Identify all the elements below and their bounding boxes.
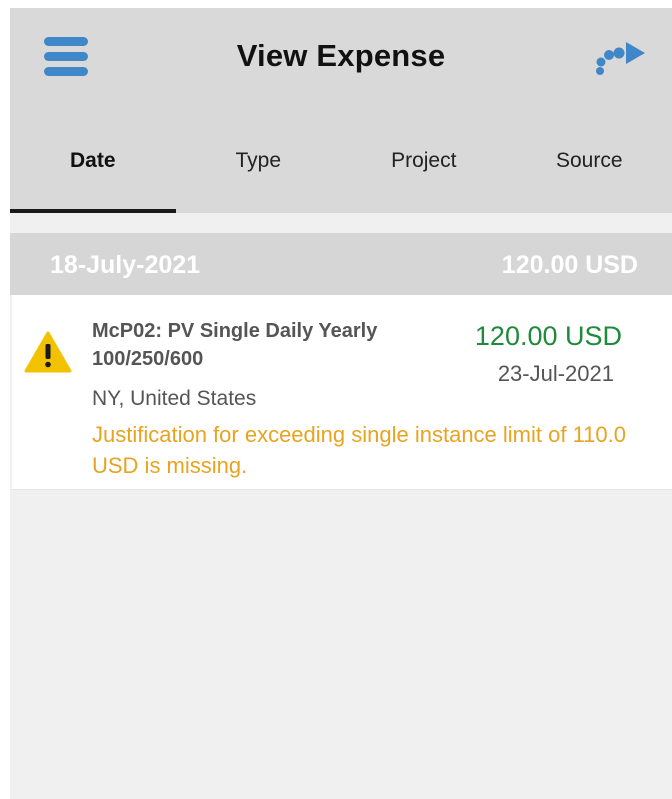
- group-total: 120.00 USD: [501, 251, 638, 279]
- dotted-forward-arrow-icon: [596, 42, 645, 75]
- expense-name: McP02: PV Single Daily Yearly 100/250/60…: [92, 320, 378, 370]
- expense-list-item[interactable]: McP02: PV Single Daily Yearly 100/250/60…: [12, 295, 672, 490]
- policy-warning-message: Justification for exceeding single insta…: [92, 422, 626, 478]
- tab-bar: Date Type Project Source: [10, 108, 672, 213]
- group-date: 18-July-2021: [50, 251, 201, 279]
- tab-type[interactable]: Type: [176, 108, 342, 213]
- date-group-header: 18-July-2021 120.00 USD: [10, 233, 672, 295]
- page-title: View Expense: [236, 38, 446, 73]
- tab-label: Source: [555, 149, 623, 172]
- app-screen: View Expense Date Type Project Source 18…: [10, 8, 672, 799]
- expense-location: NY, United States: [92, 387, 257, 410]
- app-header: View Expense: [10, 8, 672, 108]
- tab-source[interactable]: Source: [507, 108, 672, 213]
- tab-label: Project: [391, 149, 457, 172]
- tab-label: Type: [235, 149, 282, 172]
- active-tab-indicator: [10, 209, 176, 213]
- tab-project[interactable]: Project: [341, 108, 507, 213]
- warning-triangle-icon: [24, 331, 72, 373]
- forward-button[interactable]: [590, 36, 650, 82]
- tab-label: Date: [69, 149, 116, 172]
- tab-date[interactable]: Date: [10, 108, 176, 213]
- expense-date: 23-Jul-2021: [497, 361, 614, 386]
- expense-amount: 120.00 USD: [474, 321, 622, 351]
